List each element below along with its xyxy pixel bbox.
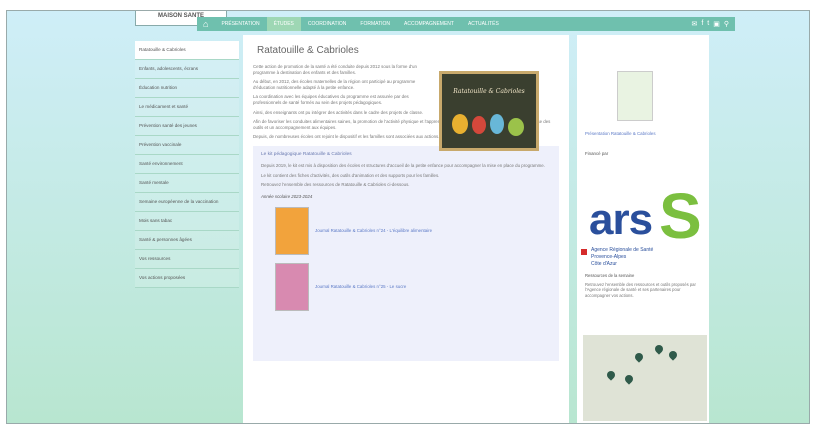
kit-paragraph: Depuis 2019, le kit est mis à dispositio… xyxy=(261,162,545,168)
document-row: Journal Ratatouille & Cabrioles n°24 - L… xyxy=(275,206,551,255)
sidebar-item[interactable]: Prévention santé des jeunes xyxy=(135,117,239,136)
ars-logo-letters: ars xyxy=(589,195,653,244)
sidebar-menu: Ratatouille & Cabrioles Enfants, adolesc… xyxy=(135,41,239,288)
home-icon[interactable]: ⌂ xyxy=(203,19,208,29)
sidebar-item[interactable]: Santé mentale xyxy=(135,174,239,193)
guide-link[interactable]: Présentation Ratatouille & Cabrioles xyxy=(585,131,656,136)
nav-item-accompagnement[interactable]: Accompagnement xyxy=(397,17,461,31)
nav-item-etudes[interactable]: Études xyxy=(266,17,301,31)
sidebar-item[interactable]: Santé & personnes âgées xyxy=(135,231,239,250)
ars-red-square-icon xyxy=(581,249,587,255)
ars-info: Ressources de la semaine Retrouvez l'ens… xyxy=(585,273,703,302)
sidebar-item[interactable]: Ratatouille & Cabrioles xyxy=(135,41,239,60)
map-pin-icon[interactable] xyxy=(605,369,617,381)
sidebar-item[interactable]: Le médicament et santé xyxy=(135,98,239,117)
guide-thumbnail[interactable] xyxy=(617,71,653,121)
sidebar-item[interactable]: Semaine européenne de la vaccination xyxy=(135,193,239,212)
kit-section: Le kit pédagogique Ratatouille & Cabriol… xyxy=(253,145,559,361)
sidebar-item[interactable]: Éducation nutrition xyxy=(135,79,239,98)
newsletter-icon[interactable]: ▣ xyxy=(713,20,720,28)
document-thumbnail[interactable] xyxy=(275,206,309,255)
top-navigation: ⌂ Présentation Études Coordination Forma… xyxy=(197,17,735,31)
mail-icon[interactable]: ✉ xyxy=(691,20,697,28)
ars-info-title: Ressources de la semaine xyxy=(585,273,635,278)
map-pin-icon[interactable] xyxy=(623,373,635,385)
nav-item-actualites[interactable]: Actualités xyxy=(461,17,506,31)
page-title: Ratatouille & Cabrioles xyxy=(257,45,359,56)
ratatouille-poster-image: Ratatouille & Cabrioles xyxy=(439,71,539,151)
browser-viewport: MAISON SANTE ⌂ Présentation Études Coord… xyxy=(6,10,810,424)
intro-paragraph: Ainsi, des enseignants ont pu intégrer d… xyxy=(253,109,424,115)
intro-paragraph: La coordination avec les équipes éducati… xyxy=(253,94,409,105)
partner-label: Financé par xyxy=(585,151,609,156)
nav-item-presentation[interactable]: Présentation xyxy=(214,17,266,31)
ars-info-text: Retrouvez l'ensemble des ressources et o… xyxy=(585,282,696,298)
document-thumbnail[interactable] xyxy=(275,262,309,311)
right-sidebar: Présentation Ratatouille & Cabrioles Fin… xyxy=(577,35,709,423)
search-icon[interactable]: ⚲ xyxy=(724,20,729,28)
facebook-icon[interactable]: f xyxy=(701,20,703,28)
intro-paragraph: Au début, en 2012, des écoles maternelle… xyxy=(253,79,416,90)
ars-line3: Côte d'Azur xyxy=(591,261,617,267)
sidebar-item[interactable]: Vos ressources xyxy=(135,250,239,269)
school-year-heading: Année scolaire 2023-2024 xyxy=(261,193,313,199)
sidebar-item[interactable]: Santé environnement xyxy=(135,155,239,174)
ars-line2: Provence-Alpes xyxy=(591,254,627,260)
kit-title: Le kit pédagogique Ratatouille & Cabriol… xyxy=(261,151,352,157)
sidebar-item[interactable]: Enfants, adolescents, écrans xyxy=(135,60,239,79)
kit-paragraph: Le kit contient des fiches d'activités, … xyxy=(261,172,440,178)
map-pin-icon[interactable] xyxy=(667,349,679,361)
nav-item-coordination[interactable]: Coordination xyxy=(301,17,354,31)
poster-title: Ratatouille & Cabrioles xyxy=(453,88,525,95)
nav-item-formation[interactable]: Formation xyxy=(353,17,397,31)
intro-paragraph: Cette action de promotion de la santé a … xyxy=(253,64,417,75)
twitter-icon[interactable]: t xyxy=(707,20,709,28)
sidebar-item[interactable]: Mois sans tabac xyxy=(135,212,239,231)
ars-line1: Agence Régionale de Santé xyxy=(591,247,654,253)
map-pin-icon[interactable] xyxy=(633,351,645,363)
region-map[interactable] xyxy=(583,335,707,421)
intro-text: Cette action de promotion de la santé a … xyxy=(253,64,435,115)
kit-paragraph: Retrouvez l'ensemble des ressources de R… xyxy=(261,182,410,188)
sidebar-item[interactable]: Prévention vaccinale xyxy=(135,136,239,155)
map-pin-icon[interactable] xyxy=(653,343,665,355)
document-link[interactable]: Journal Ratatouille & Cabrioles n°25 - L… xyxy=(315,284,406,289)
document-row: Journal Ratatouille & Cabrioles n°25 - L… xyxy=(275,262,551,311)
sidebar-item[interactable]: Vos actions proposées xyxy=(135,269,239,288)
main-content: Ratatouille & Cabrioles Cette action de … xyxy=(243,35,569,423)
document-link[interactable]: Journal Ratatouille & Cabrioles n°24 - L… xyxy=(315,228,432,233)
ars-s-swoosh-icon: S xyxy=(659,180,702,252)
ars-logo[interactable]: ars S Agence Régionale de Santé Provence… xyxy=(581,163,705,260)
